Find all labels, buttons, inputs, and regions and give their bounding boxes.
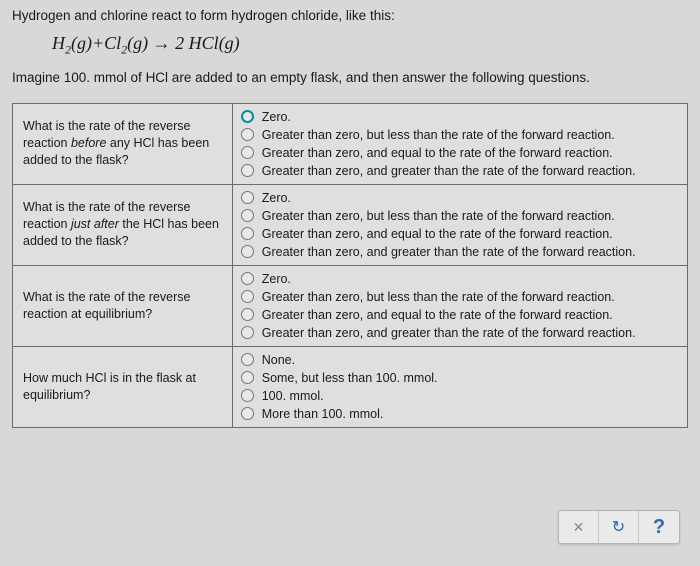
refresh-button[interactable]: ↻ bbox=[599, 511, 639, 543]
option-label: Greater than zero, but less than the rat… bbox=[262, 290, 615, 304]
radio-icon[interactable] bbox=[241, 146, 254, 159]
question-text: How much HCl is in the flask at equilibr… bbox=[23, 371, 196, 402]
table-row: How much HCl is in the flask at equilibr… bbox=[13, 346, 688, 427]
options-cell: None. Some, but less than 100. mmol. 100. … bbox=[232, 346, 687, 427]
eq-plus: + bbox=[92, 33, 104, 53]
radio-option[interactable]: Greater than zero, and equal to the rate… bbox=[241, 225, 679, 243]
radio-icon[interactable] bbox=[241, 353, 254, 366]
radio-icon[interactable] bbox=[241, 245, 254, 258]
radio-option[interactable]: Greater than zero, and equal to the rate… bbox=[241, 144, 679, 162]
option-label: Greater than zero, and greater than the … bbox=[262, 326, 636, 340]
option-label: None. bbox=[262, 353, 295, 367]
table-row: What is the rate of the reverse reaction… bbox=[13, 103, 688, 184]
radio-option[interactable]: None. bbox=[241, 351, 679, 369]
action-buttons: ✕ ↻ ? bbox=[558, 510, 680, 544]
question-text: before bbox=[71, 136, 106, 150]
eq-g2: (g) bbox=[127, 33, 148, 53]
option-label: Zero. bbox=[262, 272, 291, 286]
radio-option[interactable]: Greater than zero, but less than the rat… bbox=[241, 207, 679, 225]
radio-option[interactable]: Greater than zero, and greater than the … bbox=[241, 243, 679, 261]
options-cell: Zero. Greater than zero, but less than th… bbox=[232, 265, 687, 346]
option-label: Zero. bbox=[262, 191, 291, 205]
close-button[interactable]: ✕ bbox=[559, 511, 599, 543]
radio-icon[interactable] bbox=[241, 290, 254, 303]
radio-option[interactable]: Greater than zero, but less than the rat… bbox=[241, 126, 679, 144]
radio-option[interactable]: Zero. bbox=[241, 108, 679, 126]
eq-hcl: HCl bbox=[189, 33, 219, 53]
radio-option[interactable]: Zero. bbox=[241, 189, 679, 207]
option-label: Greater than zero, and equal to the rate… bbox=[262, 146, 613, 160]
option-label: Some, but less than 100. mmol. bbox=[262, 371, 438, 385]
option-label: Greater than zero, and greater than the … bbox=[262, 164, 636, 178]
radio-icon[interactable] bbox=[241, 326, 254, 339]
question-text: What is the rate of the reverse reaction… bbox=[23, 290, 190, 321]
intro-line-1: Hydrogen and chlorine react to form hydr… bbox=[12, 8, 688, 23]
radio-option[interactable]: Greater than zero, and equal to the rate… bbox=[241, 306, 679, 324]
radio-icon[interactable] bbox=[241, 272, 254, 285]
eq-g3: (g) bbox=[219, 33, 240, 53]
chemical-equation: H2(g)+Cl2(g) → 2 HCl(g) bbox=[52, 33, 688, 58]
question-text: just after bbox=[71, 217, 119, 231]
radio-icon[interactable] bbox=[241, 308, 254, 321]
eq-h2: H bbox=[52, 33, 65, 53]
radio-icon[interactable] bbox=[241, 371, 254, 384]
radio-icon[interactable] bbox=[241, 227, 254, 240]
radio-option[interactable]: Zero. bbox=[241, 270, 679, 288]
option-label: Greater than zero, but less than the rat… bbox=[262, 209, 615, 223]
option-label: Zero. bbox=[262, 110, 291, 124]
radio-icon[interactable] bbox=[241, 209, 254, 222]
radio-icon[interactable] bbox=[241, 191, 254, 204]
radio-option[interactable]: Greater than zero, but less than the rat… bbox=[241, 288, 679, 306]
option-label: Greater than zero, and equal to the rate… bbox=[262, 227, 613, 241]
radio-option[interactable]: More than 100. mmol. bbox=[241, 405, 679, 423]
radio-icon[interactable] bbox=[241, 164, 254, 177]
eq-cl2: Cl bbox=[104, 33, 121, 53]
question-cell: What is the rate of the reverse reaction… bbox=[13, 184, 233, 265]
radio-option[interactable]: Greater than zero, and greater than the … bbox=[241, 162, 679, 180]
radio-option[interactable]: Some, but less than 100. mmol. bbox=[241, 369, 679, 387]
question-cell: What is the rate of the reverse reaction… bbox=[13, 103, 233, 184]
table-row: What is the rate of the reverse reaction… bbox=[13, 184, 688, 265]
option-label: Greater than zero, but less than the rat… bbox=[262, 128, 615, 142]
radio-option[interactable]: Greater than zero, and greater than the … bbox=[241, 324, 679, 342]
question-cell: What is the rate of the reverse reaction… bbox=[13, 265, 233, 346]
radio-icon[interactable] bbox=[241, 389, 254, 402]
help-button[interactable]: ? bbox=[639, 511, 679, 543]
intro-line-2: Imagine 100. mmol of HCl are added to an… bbox=[12, 70, 688, 85]
option-label: More than 100. mmol. bbox=[262, 407, 384, 421]
question-table: What is the rate of the reverse reaction… bbox=[12, 103, 688, 428]
radio-icon[interactable] bbox=[241, 110, 254, 123]
option-label: Greater than zero, and equal to the rate… bbox=[262, 308, 613, 322]
options-cell: Zero. Greater than zero, but less than th… bbox=[232, 184, 687, 265]
option-label: 100. mmol. bbox=[262, 389, 324, 403]
radio-icon[interactable] bbox=[241, 128, 254, 141]
table-row: What is the rate of the reverse reaction… bbox=[13, 265, 688, 346]
radio-icon[interactable] bbox=[241, 407, 254, 420]
question-cell: How much HCl is in the flask at equilibr… bbox=[13, 346, 233, 427]
options-cell: Zero. Greater than zero, but less than th… bbox=[232, 103, 687, 184]
radio-option[interactable]: 100. mmol. bbox=[241, 387, 679, 405]
eq-arrow: → bbox=[148, 33, 175, 53]
option-label: Greater than zero, and greater than the … bbox=[262, 245, 636, 259]
eq-g1: (g) bbox=[71, 33, 92, 53]
eq-coef: 2 bbox=[175, 33, 189, 53]
